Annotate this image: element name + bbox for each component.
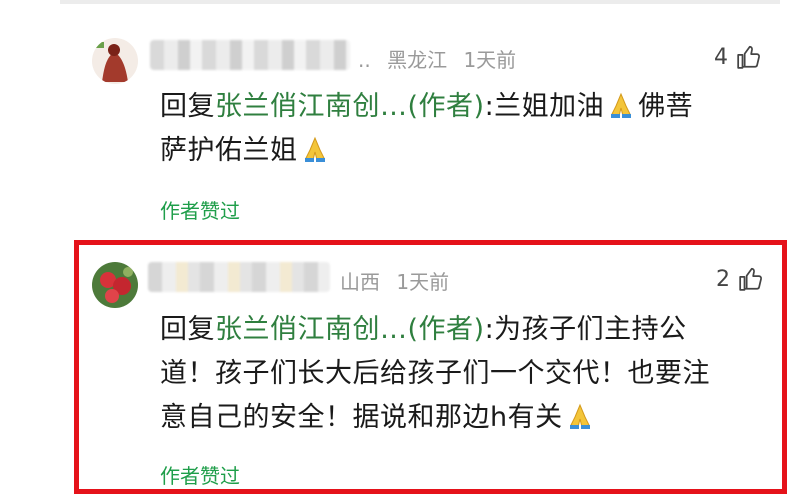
reply-prefix: 回复 — [160, 91, 215, 122]
thumbs-up-icon — [737, 45, 760, 69]
name-ellipsis: .. — [358, 48, 371, 72]
author-liked-badge: 作者赞过 — [160, 464, 240, 488]
location: 黑龙江 — [387, 48, 448, 72]
comment-meta: 山西 1天前 — [340, 266, 449, 295]
comment-body[interactable]: 回复张兰俏江南创…(作者):为孩子们主持公 道！孩子们长大后给孩子们一个交代！也… — [160, 308, 780, 440]
comment-text: 萨护佑兰姐 — [160, 135, 298, 166]
location: 山西 — [340, 270, 380, 294]
blurred-username[interactable] — [148, 262, 330, 292]
like-button[interactable]: 4 — [714, 44, 762, 70]
blurred-username[interactable] — [150, 40, 350, 70]
avatar[interactable] — [92, 262, 138, 308]
folded-hands-emoji — [304, 136, 325, 162]
folded-hands-emoji — [569, 403, 590, 429]
reply-target-link[interactable]: 张兰俏江南创…(作者) — [215, 314, 485, 345]
timestamp: 1天前 — [463, 48, 517, 72]
like-count: 2 — [716, 266, 730, 292]
avatar[interactable] — [92, 38, 138, 84]
comment-text: :为孩子们主持公 — [484, 314, 687, 345]
folded-hands-emoji — [611, 92, 632, 118]
reply-prefix: 回复 — [160, 314, 215, 345]
comment-text: 佛菩 — [638, 91, 694, 122]
comment-text: :兰姐加油 — [484, 91, 605, 122]
timestamp: 1天前 — [396, 270, 450, 294]
divider — [60, 0, 780, 4]
author-liked-badge: 作者赞过 — [160, 199, 240, 223]
thumbs-up-icon — [739, 267, 762, 291]
like-button[interactable]: 2 — [716, 266, 764, 292]
comment-text: 意自己的安全！据说和那边h有关 — [160, 402, 563, 433]
comment-text: 道！孩子们长大后给孩子们一个交代！也要注 — [160, 358, 710, 389]
like-count: 4 — [714, 44, 728, 70]
reply-target-link[interactable]: 张兰俏江南创…(作者) — [215, 91, 485, 122]
comment-body[interactable]: 回复张兰俏江南创…(作者):兰姐加油 佛菩 萨护佑兰姐 — [160, 85, 780, 173]
comment-meta: .. 黑龙江 1天前 — [358, 44, 516, 73]
